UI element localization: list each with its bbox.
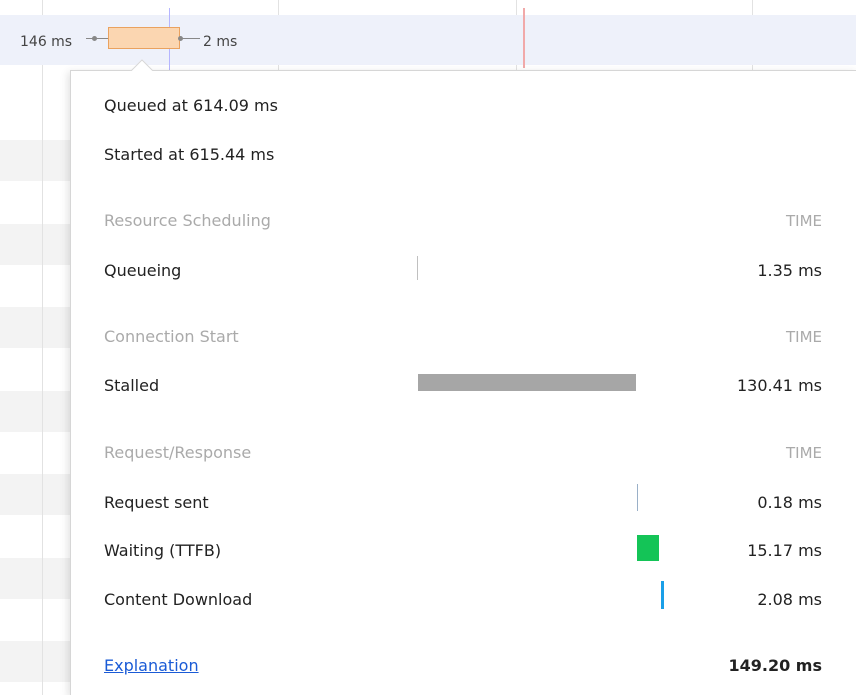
time-column-header: TIME (785, 328, 822, 346)
grid-line (42, 0, 43, 695)
section-title-resource-scheduling: Resource Scheduling (104, 211, 271, 230)
left-duration-label: 146 ms (20, 34, 73, 50)
row-label-queueing: Queueing (104, 261, 182, 280)
row-time-queueing: 1.35 ms (757, 261, 822, 280)
time-column-header: TIME (785, 212, 822, 230)
request-sent-bar (637, 484, 638, 511)
content-download-bar (661, 581, 664, 609)
row-time-content-download: 2.08 ms (757, 590, 822, 609)
left-whisker-cap (92, 36, 97, 41)
row-label-stalled: Stalled (104, 376, 160, 395)
queued-at-text: Queued at 614.09 ms (104, 96, 278, 115)
right-duration-label: 2 ms (203, 34, 238, 50)
request-timing-bar[interactable] (108, 27, 180, 49)
left-whisker (86, 38, 108, 39)
right-whisker-cap (178, 36, 183, 41)
time-column-header: TIME (785, 444, 822, 462)
network-timing-view: 146 ms 2 ms Queued at 614.09 ms Started … (0, 0, 856, 695)
total-time: 149.20 ms (728, 656, 822, 675)
row-label-content-download: Content Download (104, 590, 253, 609)
explanation-link[interactable]: Explanation (104, 656, 199, 675)
section-title-request-response: Request/Response (104, 443, 252, 462)
popover-arrow (129, 57, 153, 71)
started-at-text: Started at 615.44 ms (104, 145, 275, 164)
row-label-request-sent: Request sent (104, 493, 209, 512)
right-whisker (180, 38, 200, 39)
row-time-stalled: 130.41 ms (737, 376, 822, 395)
row-time-request-sent: 0.18 ms (757, 493, 822, 512)
row-label-waiting-ttfb: Waiting (TTFB) (104, 541, 222, 560)
waiting-ttfb-bar (637, 535, 659, 561)
queueing-bar (417, 256, 418, 280)
section-title-connection-start: Connection Start (104, 327, 239, 346)
load-event-marker (523, 8, 525, 68)
row-time-waiting-ttfb: 15.17 ms (747, 541, 822, 560)
stalled-bar (418, 374, 636, 391)
